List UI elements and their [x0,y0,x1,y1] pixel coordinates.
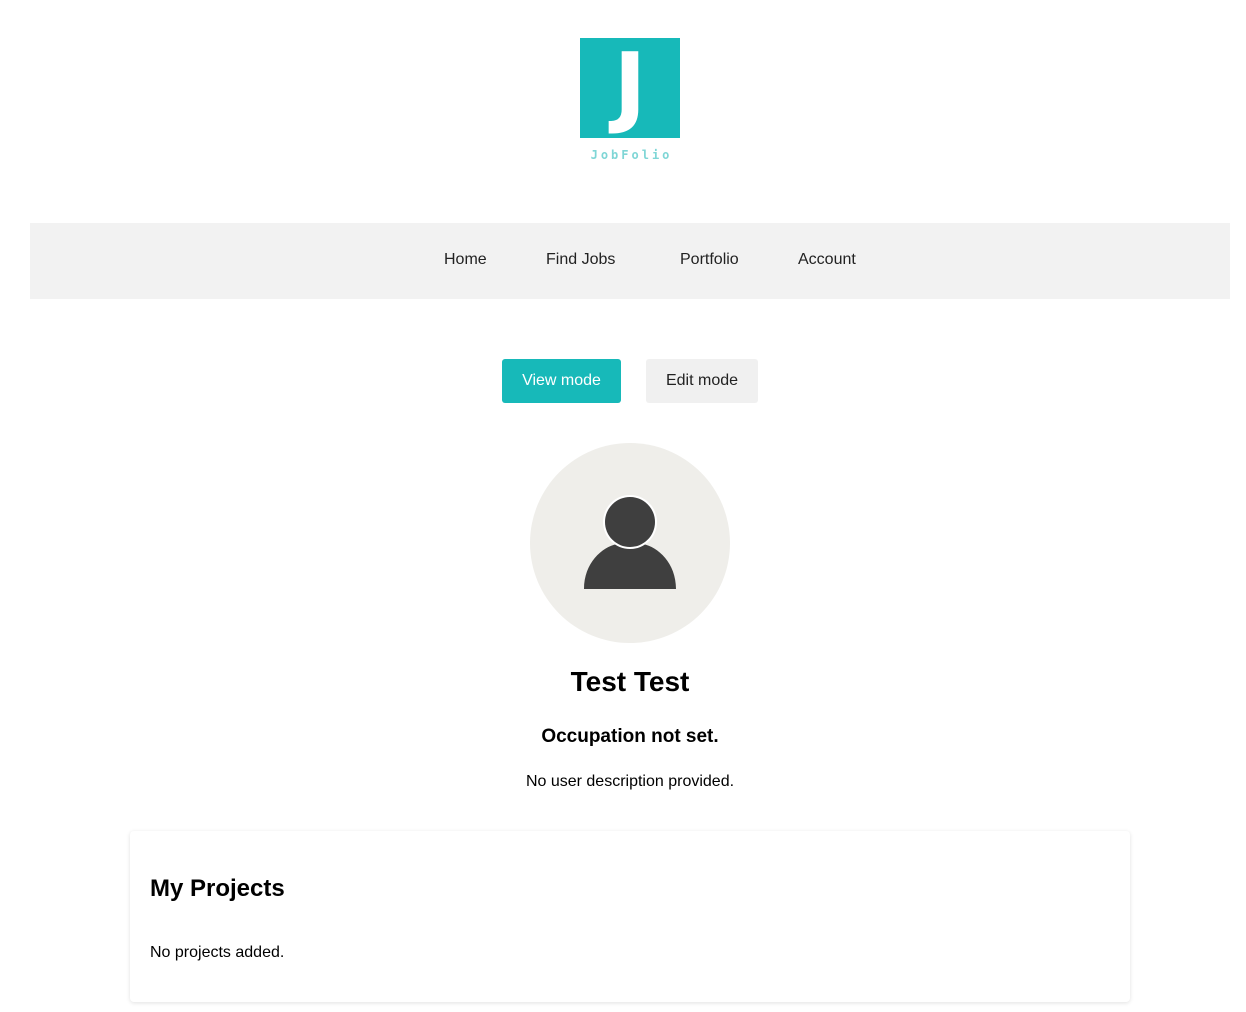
nav-home[interactable]: Home [444,251,487,269]
edit-mode-button[interactable]: Edit mode [646,359,758,403]
jobfolio-logo[interactable]: J JobFolio [580,38,680,162]
user-silhouette-icon [584,495,676,589]
view-mode-button[interactable]: View mode [502,359,621,403]
logo-wordmark: JobFolio [590,148,673,162]
nav-find-jobs[interactable]: Find Jobs [546,251,615,269]
projects-card: My Projects No projects added. [130,831,1130,1002]
projects-heading: My Projects [150,875,285,902]
logo-mark: J [580,38,680,138]
nav-portfolio[interactable]: Portfolio [680,251,739,269]
profile-description: No user description provided. [525,773,735,790]
nav-account[interactable]: Account [798,251,856,269]
profile-name: Test Test [570,666,690,697]
projects-empty-message: No projects added. [150,944,285,961]
logo-letter: J [613,34,647,137]
profile-occupation: Occupation not set. [541,726,719,747]
portfolio-page: J JobFolio Home Find Jobs Portfolio Acco… [0,0,1246,1012]
main-nav: Home Find Jobs Portfolio Account [30,223,1230,299]
avatar [530,443,730,643]
